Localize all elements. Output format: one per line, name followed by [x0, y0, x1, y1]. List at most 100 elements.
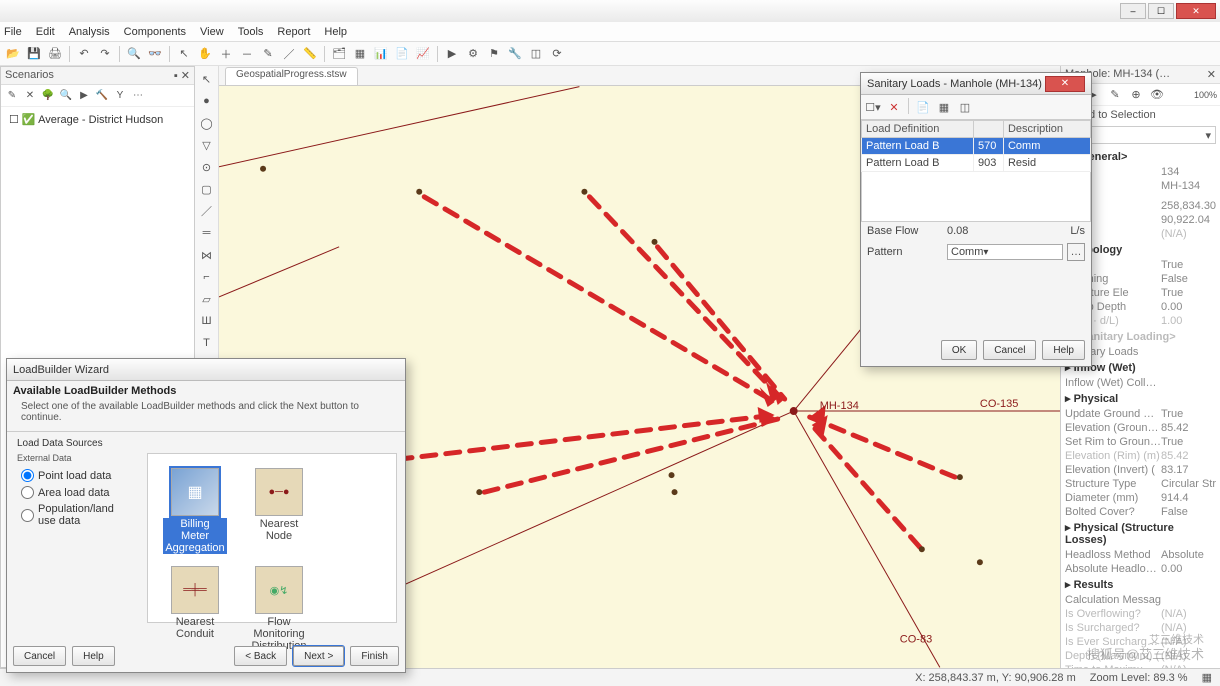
tb-chart-icon[interactable]: 📊: [372, 45, 390, 63]
sanitary-cancel-button[interactable]: Cancel: [983, 340, 1036, 360]
wizard-cancel-button[interactable]: Cancel: [13, 646, 66, 666]
menu-analysis[interactable]: Analysis: [69, 26, 110, 38]
properties-close-icon[interactable]: ✕: [1207, 68, 1216, 81]
tb-print-icon[interactable]: 🖨: [46, 45, 64, 63]
tb-zoom-out-icon[interactable]: －: [238, 45, 256, 63]
menu-help[interactable]: Help: [324, 26, 347, 38]
menu-file[interactable]: File: [4, 26, 22, 38]
vt-text-icon[interactable]: T: [198, 334, 216, 352]
scen-new-icon[interactable]: ✎: [4, 88, 20, 104]
thumb-nearest-conduit[interactable]: ═╪═ Nearest Conduit: [166, 566, 224, 652]
tb-save-icon[interactable]: 💾: [25, 45, 43, 63]
col-val[interactable]: [973, 121, 1003, 138]
radio-population[interactable]: Population/land use data: [21, 503, 133, 527]
vt-pond-icon[interactable]: ▱: [198, 290, 216, 308]
tb-report-icon[interactable]: 📄: [393, 45, 411, 63]
tb-refresh-icon[interactable]: ⟳: [548, 45, 566, 63]
pattern-combo[interactable]: Comm ▾: [947, 244, 1063, 260]
tb-pan-icon[interactable]: ✋: [196, 45, 214, 63]
tb-find-icon[interactable]: 🔍: [125, 45, 143, 63]
scen-run-icon[interactable]: ▶: [76, 88, 92, 104]
vt-manhole-icon[interactable]: ◯: [198, 114, 216, 132]
col-load-def[interactable]: Load Definition: [862, 121, 974, 138]
san-grid-icon[interactable]: ◫: [956, 98, 974, 116]
menu-edit[interactable]: Edit: [36, 26, 55, 38]
vt-gutter-icon[interactable]: ⌐: [198, 268, 216, 286]
tb-layers-icon[interactable]: 🗂: [330, 45, 348, 63]
tab-document[interactable]: GeospatialProgress.stsw: [225, 67, 358, 85]
tb-gear-icon[interactable]: ⚙: [464, 45, 482, 63]
wizard-finish-button[interactable]: Finish: [350, 646, 399, 666]
tb-wrench-icon[interactable]: 🔧: [506, 45, 524, 63]
window-maximize-button[interactable]: ☐: [1148, 3, 1174, 19]
tb-table-icon[interactable]: ▦: [351, 45, 369, 63]
scenarios-pin-icon[interactable]: ▪ ✕: [174, 69, 190, 82]
tb-measure-icon[interactable]: 📏: [301, 45, 319, 63]
thumb-nearest-node[interactable]: ●─● Nearest Node: [250, 468, 308, 554]
tb-select-icon[interactable]: ↖: [175, 45, 193, 63]
sanitary-help-button[interactable]: Help: [1042, 340, 1085, 360]
tb-play-icon[interactable]: ▶: [443, 45, 461, 63]
menu-view[interactable]: View: [200, 26, 224, 38]
scen-search-icon[interactable]: 🔍: [58, 88, 74, 104]
scen-tree-icon[interactable]: 🌳: [40, 88, 56, 104]
sanitary-ok-button[interactable]: OK: [941, 340, 977, 360]
sanitary-close-button[interactable]: ✕: [1045, 76, 1085, 92]
scen-fork-icon[interactable]: Y: [112, 88, 128, 104]
loadbuilder-wizard-dialog: LoadBuilder Wizard Available LoadBuilder…: [6, 358, 406, 673]
tb-graph-icon[interactable]: 📈: [414, 45, 432, 63]
scen-hammer-icon[interactable]: 🔨: [94, 88, 110, 104]
vt-weir-icon[interactable]: Ш: [198, 312, 216, 330]
tb-line-icon[interactable]: ／: [280, 45, 298, 63]
menu-tools[interactable]: Tools: [238, 26, 264, 38]
sanitary-table[interactable]: Load Definition Description Pattern Load…: [861, 120, 1091, 172]
wizard-back-button[interactable]: < Back: [234, 646, 287, 666]
san-new-icon[interactable]: ☐▾: [864, 98, 882, 116]
tb-sep: [119, 46, 120, 62]
prop-locate-icon[interactable]: ⊕: [1127, 86, 1145, 104]
thumb-billing-meter[interactable]: ▦ Billing Meter Aggregation: [166, 468, 224, 554]
tb-pencil-icon[interactable]: ✎: [259, 45, 277, 63]
base-flow-value[interactable]: 0.08: [947, 225, 1055, 237]
tb-sep: [908, 98, 909, 114]
menu-report[interactable]: Report: [277, 26, 310, 38]
tb-binoculars-icon[interactable]: 👓: [146, 45, 164, 63]
san-table-icon[interactable]: ▦: [935, 98, 953, 116]
vt-node-icon[interactable]: ●: [198, 92, 216, 110]
wizard-next-button[interactable]: Next >: [293, 646, 344, 666]
tree-item-average[interactable]: ☐ ✅ Average - District Hudson: [5, 111, 190, 128]
tb-open-icon[interactable]: 📂: [4, 45, 22, 63]
scen-opts-icon[interactable]: ⋯: [130, 88, 146, 104]
table-row[interactable]: Pattern Load B 570Comm: [862, 138, 1091, 155]
tb-flag-icon[interactable]: ⚑: [485, 45, 503, 63]
col-desc[interactable]: Description: [1003, 121, 1090, 138]
scen-del-icon[interactable]: ✕: [22, 88, 38, 104]
tb-undo-icon[interactable]: ↶: [75, 45, 93, 63]
radio-area-load[interactable]: Area load data: [21, 486, 133, 499]
pattern-ellipsis-button[interactable]: …: [1067, 243, 1085, 261]
table-row[interactable]: Pattern Load B 903Resid: [862, 155, 1091, 172]
tb-zoom-in-icon[interactable]: ＋: [217, 45, 235, 63]
menu-components[interactable]: Components: [124, 26, 186, 38]
prop-wand-icon[interactable]: ✎: [1106, 86, 1124, 104]
tb-redo-icon[interactable]: ↷: [96, 45, 114, 63]
wizard-help-button[interactable]: Help: [72, 646, 115, 666]
vt-pipe-icon[interactable]: ／: [198, 202, 216, 220]
vt-channel-icon[interactable]: ═: [198, 224, 216, 242]
vt-tank-icon[interactable]: ▢: [198, 180, 216, 198]
radio-point-load[interactable]: Point load data: [21, 469, 133, 482]
window-close-button[interactable]: ✕: [1176, 3, 1216, 19]
tb-cube-icon[interactable]: ◫: [527, 45, 545, 63]
vt-cursor-icon[interactable]: ↖: [198, 70, 216, 88]
vt-valve-icon[interactable]: ⋈: [198, 246, 216, 264]
vt-outfall-icon[interactable]: ▽: [198, 136, 216, 154]
status-zoom: Zoom Level: 89.3 %: [1090, 672, 1188, 684]
sanitary-title-bar[interactable]: Sanitary Loads - Manhole (MH-134) ✕: [861, 73, 1091, 95]
vt-pump-icon[interactable]: ⊙: [198, 158, 216, 176]
san-report-icon[interactable]: 📄: [914, 98, 932, 116]
window-minimize-button[interactable]: –: [1120, 3, 1146, 19]
thumb-flow-monitoring[interactable]: ◉↯ Flow Monitoring Distribution: [250, 566, 308, 652]
wizard-title-bar[interactable]: LoadBuilder Wizard: [7, 359, 405, 381]
prop-eye-icon[interactable]: 👁: [1148, 86, 1166, 104]
san-del-icon[interactable]: ✕: [885, 98, 903, 116]
